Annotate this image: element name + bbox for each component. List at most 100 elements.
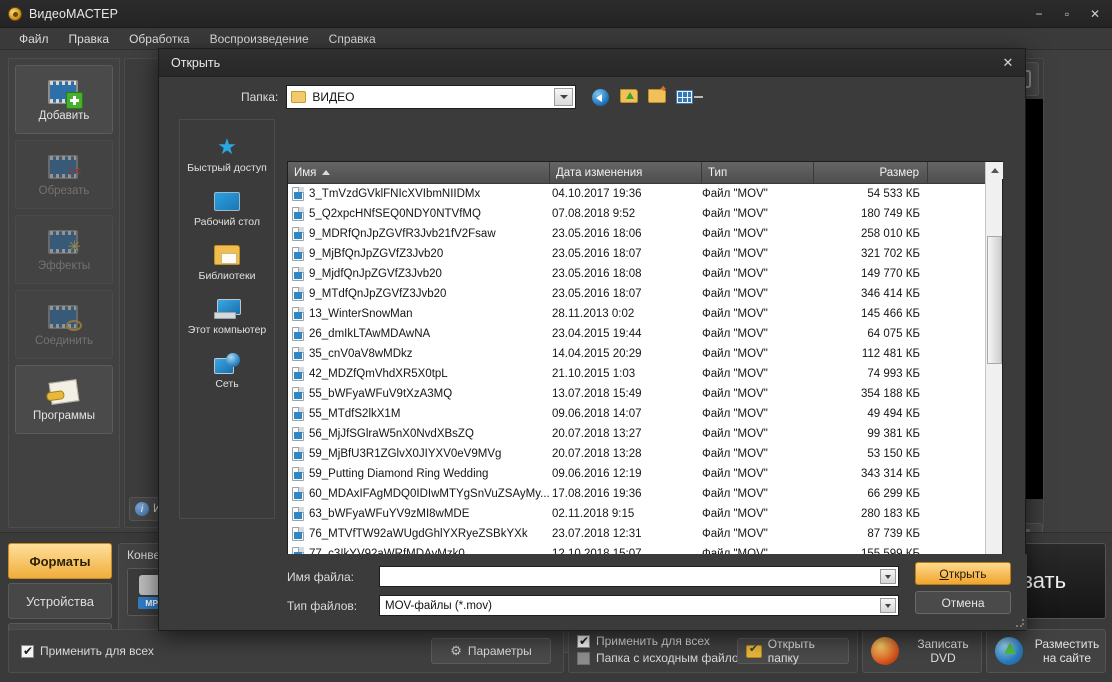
dialog-close-icon[interactable]: ✕ <box>995 52 1021 74</box>
folder-icon <box>291 91 306 103</box>
new-folder-icon[interactable] <box>648 89 667 106</box>
filename-chevron-icon[interactable] <box>880 569 896 584</box>
menu-file[interactable]: Файл <box>10 29 58 49</box>
place-desktop[interactable]: Рабочий стол <box>181 186 273 230</box>
sidebar-label-join: Соединить <box>35 335 93 347</box>
dialog-open-button[interactable]: Открыть <box>915 562 1011 585</box>
sidebar-item-add[interactable]: Добавить <box>15 65 113 134</box>
table-row[interactable]: 42_MDZfQmVhdXR5X0tpL21.10.2015 1:03Файл … <box>288 364 1002 384</box>
mov-file-icon <box>292 527 304 541</box>
burn-dvd-button[interactable]: Записать DVD <box>862 629 982 673</box>
file-name-cell: 35_cnV0aV8wMDkz <box>288 347 550 361</box>
place-computer[interactable]: Этот компьютер <box>181 294 273 338</box>
publish-web-line1: Разместить <box>1035 637 1100 651</box>
chevron-down-icon[interactable] <box>554 88 573 106</box>
dialog-footer: Имя файла: Тип файлов: MOV-файлы (*.mov)… <box>159 554 1027 630</box>
file-date-cell: 04.10.2017 19:36 <box>550 188 702 200</box>
view-mode-chevron-icon[interactable] <box>694 96 703 98</box>
open-folder-button[interactable]: Открыть папку <box>737 638 849 664</box>
column-header-type[interactable]: Тип <box>702 162 814 183</box>
mov-file-icon <box>292 327 304 341</box>
menu-processing[interactable]: Обработка <box>120 29 199 49</box>
file-name-text: 76_MTVfTW92aWUgdGhlYXRyeZSBkYXk <box>309 528 528 540</box>
apply-all-right-checkbox[interactable] <box>577 635 590 648</box>
parameters-button[interactable]: ⚙ Параметры <box>431 638 551 664</box>
table-row[interactable]: 59_MjBfU3R1ZGlvX0JIYXV0eV9MVg20.07.2018 … <box>288 444 1002 464</box>
table-row[interactable]: 59_Putting Diamond Ring Wedding09.06.201… <box>288 464 1002 484</box>
table-row[interactable]: 63_bWFyaWFuYV9zMI8wMDE02.11.2018 9:15Фай… <box>288 504 1002 524</box>
open-folder-label: Открыть папку <box>768 637 848 665</box>
file-list-scrollbar[interactable] <box>985 162 1002 611</box>
place-quick-access[interactable]: ★ Быстрый доступ <box>181 132 273 176</box>
place-libraries[interactable]: Библиотеки <box>181 240 273 284</box>
table-row[interactable]: 9_MDRfQnJpZGVfR3Jvb21fV2Fsaw23.05.2016 1… <box>288 224 1002 244</box>
file-type-cell: Файл "MOV" <box>702 328 814 340</box>
mov-file-icon <box>292 467 304 481</box>
dialog-cancel-button[interactable]: Отмена <box>915 591 1011 614</box>
conversion-options-bar: Применить для всех ⚙ Параметры <box>8 629 564 673</box>
menu-playback[interactable]: Воспроизведение <box>201 29 318 49</box>
sidebar-item-effects[interactable]: ✳ Эффекты <box>15 215 113 284</box>
file-name-text: 9_MjdfQnJpZGVfZ3Jvb20 <box>309 268 442 280</box>
source-folder-checkbox[interactable] <box>577 652 590 665</box>
view-mode-icon[interactable] <box>676 89 704 106</box>
tab-devices[interactable]: Устройства <box>8 583 112 619</box>
file-name-cell: 42_MDZfQmVhdXR5X0tpL <box>288 367 550 381</box>
menu-help[interactable]: Справка <box>320 29 385 49</box>
table-row[interactable]: 9_MjBfQnJpZGVfZ3Jvb2023.05.2016 18:07Фай… <box>288 244 1002 264</box>
file-name-text: 9_MTdfQnJpZGVfZ3Jvb20 <box>309 288 446 300</box>
table-row[interactable]: 56_MjJfSGlraW5nX0NvdXBsZQ20.07.2018 13:2… <box>288 424 1002 444</box>
save-location-panel: Применить для всех Папка с исходным файл… <box>568 629 858 673</box>
apply-all-left-checkbox[interactable] <box>21 645 34 658</box>
table-row[interactable]: 35_cnV0aV8wMDkz14.04.2015 20:29Файл "MOV… <box>288 344 1002 364</box>
close-icon[interactable]: ✕ <box>1082 3 1108 25</box>
file-type-cell: Файл "MOV" <box>702 208 814 220</box>
trim-scissors-icon: ✂ <box>46 152 82 182</box>
sidebar-item-programs[interactable]: Программы <box>15 365 113 434</box>
column-header-date[interactable]: Дата изменения <box>550 162 702 183</box>
file-date-cell: 23.05.2016 18:07 <box>550 288 702 300</box>
apply-all-left-row[interactable]: Применить для всех <box>21 644 154 658</box>
scroll-up-icon[interactable] <box>986 162 1003 179</box>
publish-web-button[interactable]: Разместить на сайте <box>986 629 1106 673</box>
minimize-icon[interactable]: − <box>1026 3 1052 25</box>
filename-input[interactable] <box>379 566 899 587</box>
file-name-cell: 55_bWFyaWFuV9tXzA3MQ <box>288 387 550 401</box>
sidebar-label-trim: Обрезать <box>39 185 90 197</box>
up-folder-icon[interactable] <box>620 89 639 106</box>
place-label-libraries: Библиотеки <box>199 270 256 282</box>
sidebar-item-trim[interactable]: ✂ Обрезать <box>15 140 113 209</box>
table-row[interactable]: 60_MDAxIFAgMDQ0IDIwMTYgSnVuZSAyMy...17.0… <box>288 484 1002 504</box>
column-header-name[interactable]: Имя <box>288 162 550 183</box>
dvd-flame-icon <box>871 637 899 665</box>
tab-formats[interactable]: Форматы <box>8 543 112 579</box>
menu-edit[interactable]: Правка <box>60 29 119 49</box>
sidebar-item-join[interactable]: Соединить <box>15 290 113 359</box>
table-row[interactable]: 9_MTdfQnJpZGVfZ3Jvb2023.05.2016 18:07Фай… <box>288 284 1002 304</box>
folder-value: ВИДЕО <box>312 90 354 104</box>
mov-file-icon <box>292 347 304 361</box>
table-row[interactable]: 3_TmVzdGVklFNIcXVIbmNIIDMx04.10.2017 19:… <box>288 184 1002 204</box>
file-date-cell: 09.06.2018 14:07 <box>550 408 702 420</box>
filetype-select[interactable]: MOV-файлы (*.mov) <box>379 595 899 616</box>
back-icon[interactable] <box>592 89 611 106</box>
maximize-icon[interactable]: ▫ <box>1054 3 1080 25</box>
file-type-cell: Файл "MOV" <box>702 368 814 380</box>
table-row[interactable]: 5_Q2xpcHNfSEQ0NDY0NTVfMQ07.08.2018 9:52Ф… <box>288 204 1002 224</box>
table-row[interactable]: 55_bWFyaWFuV9tXzA3MQ13.07.2018 15:49Файл… <box>288 384 1002 404</box>
filetype-chevron-icon[interactable] <box>880 598 896 613</box>
publish-web-line2: на сайте <box>1043 651 1091 665</box>
column-header-size[interactable]: Размер <box>814 162 928 183</box>
file-size-cell: 112 481 КБ <box>814 348 928 360</box>
table-row[interactable]: 9_MjdfQnJpZGVfZ3Jvb2023.05.2016 18:08Фай… <box>288 264 1002 284</box>
place-network[interactable]: Сеть <box>181 348 273 392</box>
folder-combo[interactable]: ВИДЕО <box>286 85 576 109</box>
file-size-cell: 149 770 КБ <box>814 268 928 280</box>
table-row[interactable]: 76_MTVfTW92aWUgdGhlYXRyeZSBkYXk23.07.201… <box>288 524 1002 544</box>
table-row[interactable]: 55_MTdfS2lkX1M09.06.2018 14:07Файл "MOV"… <box>288 404 1002 424</box>
resize-grip[interactable] <box>1015 618 1025 628</box>
table-row[interactable]: 13_WinterSnowMan28.11.2013 0:02Файл "MOV… <box>288 304 1002 324</box>
file-date-cell: 17.08.2016 19:36 <box>550 488 702 500</box>
table-row[interactable]: 26_dmIkLTAwMDAwNA23.04.2015 19:44Файл "M… <box>288 324 1002 344</box>
scrollbar-thumb[interactable] <box>987 236 1002 364</box>
